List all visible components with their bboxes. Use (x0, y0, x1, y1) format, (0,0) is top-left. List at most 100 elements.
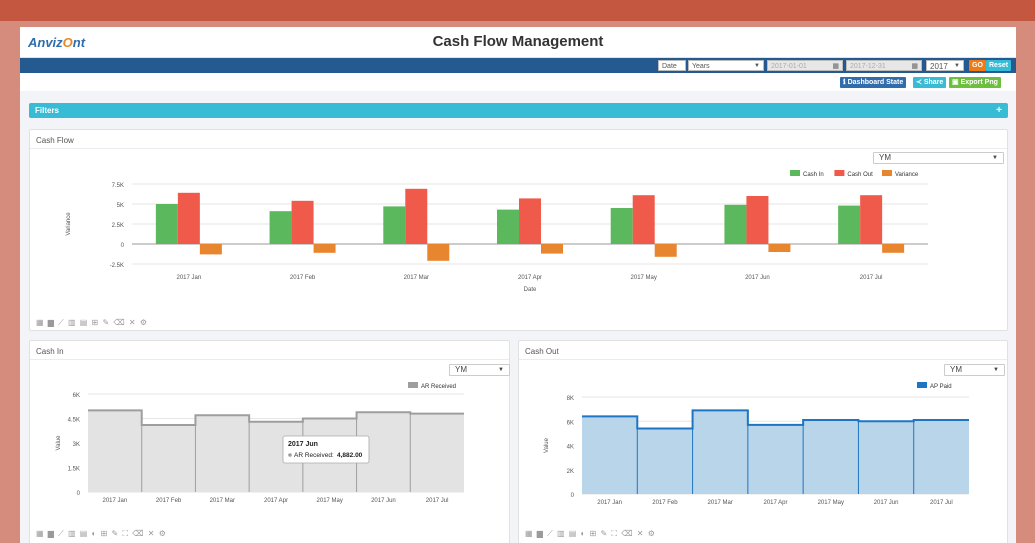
calendar-icon: ▦ (832, 63, 839, 70)
x-tick-label: 2017 Feb (652, 500, 678, 506)
go-button[interactable]: GO (969, 60, 986, 71)
x-tick-label: 2017 Jun (745, 275, 770, 281)
tooltip-label: AR Received: (294, 452, 334, 459)
period-dropdown[interactable]: YM ▼ (873, 152, 1004, 164)
browser-top-bar (0, 0, 1035, 21)
chart-legend: Cash In Cash Out Variance (790, 170, 919, 178)
share-button[interactable]: ≺ Share (913, 77, 947, 88)
period-dropdown[interactable]: YM ▼ (944, 364, 1005, 376)
x-tick-label: 2017 Feb (156, 498, 182, 504)
legend-label: AP Paid (930, 384, 952, 390)
chevron-down-icon: ▼ (992, 155, 998, 161)
bar-cash-in (155, 204, 178, 244)
date-filter-bar: Date ▾ Years ▼ 2017-01-01 ▦ 2017-12-31 ▦ 20… (20, 58, 1016, 81)
x-tick-label: 2017 May (631, 275, 657, 281)
x-axis-title: Date (524, 287, 537, 293)
legend-label: Cash In (803, 172, 824, 178)
period-dropdown[interactable]: YM ▼ (449, 364, 510, 376)
export-png-button[interactable]: ▣ Export Png (949, 77, 1001, 88)
year-select[interactable]: 2017 ▼ (926, 60, 964, 71)
period-select[interactable]: Years ▼ (688, 60, 764, 71)
area-fill (582, 410, 969, 494)
panel-title: Cash Flow (36, 136, 74, 145)
reset-button[interactable]: Reset (986, 60, 1012, 71)
start-date-input[interactable]: 2017-01-01 ▦ (767, 60, 843, 71)
x-tick-label: 2017 Jul (860, 275, 883, 281)
panel-divider (519, 359, 1007, 360)
panel-title: Cash In (36, 347, 64, 356)
y-tick-label: 4K (567, 445, 574, 451)
tooltip-marker (288, 453, 292, 457)
cash-out-panel: Cash Out YM ▼ 8K 6K 4K 2K 0 2017 Jan 2017 Feb 20… (518, 340, 1008, 543)
chevron-down-icon: ▼ (954, 63, 960, 69)
x-tick-label: 2017 May (317, 498, 343, 504)
x-tick-label: 2017 Jan (103, 498, 128, 504)
y-tick-label: 2.5K (112, 223, 124, 229)
chart-bars (155, 188, 905, 261)
bar-cash-out (519, 198, 541, 244)
legend-swatch (834, 170, 845, 176)
x-tick-label: 2017 May (818, 500, 844, 506)
bar-cash-out (860, 195, 883, 244)
period-select-value: Years (692, 63, 710, 70)
y-tick-label: 0 (571, 493, 575, 499)
legend-label: AR Received (421, 384, 456, 390)
dashboard-state-button[interactable]: ℹ Dashboard State (840, 77, 907, 88)
y-tick-label: 3K (73, 442, 80, 448)
bar-cash-in (838, 205, 861, 244)
dashboard-frame: AnvizOnt Cash Flow Management Date ▾ Yea… (20, 27, 1016, 543)
filters-bar[interactable]: Filters + (29, 103, 1008, 118)
year-select-value: 2017 (930, 62, 948, 71)
legend-swatch (408, 382, 418, 388)
date-type-select[interactable]: Date ▾ (658, 60, 686, 81)
chevron-down-icon: ▼ (498, 367, 504, 373)
share-label: Share (923, 79, 944, 86)
x-tick-label: 2017 Jun (874, 500, 899, 506)
period-dropdown-value: YM (950, 365, 962, 374)
bar-cash-in (610, 208, 633, 244)
bar-variance (313, 244, 336, 253)
y-tick-label: 7.5K (112, 183, 124, 189)
bar-variance (541, 244, 563, 254)
y-tick-label: 2K (567, 469, 574, 475)
y-axis-title: Variance (66, 212, 72, 236)
end-date-input[interactable]: 2017-12-31 ▦ (846, 60, 922, 71)
chart-toolbar[interactable]: ▦ ▆ ⟋ ▥ ▤ ◐ ⊞ ✎ ⛶ ⌫ ✕ ⚙ (525, 529, 656, 539)
bar-variance (427, 244, 450, 261)
x-tick-label: 2017 Jul (930, 500, 953, 506)
action-bar: ℹ Dashboard State ≺ Share ▣ Export Png (20, 73, 1016, 91)
bar-cash-out (177, 192, 200, 244)
tooltip-value: 4,882.00 (337, 452, 363, 459)
panel-title: Cash Out (525, 347, 559, 356)
legend-label: Cash Out (847, 172, 873, 178)
chevron-down-icon: ▼ (754, 63, 760, 69)
tooltip-title: 2017 Jun (288, 441, 318, 448)
add-filter-icon[interactable]: + (996, 103, 1002, 118)
x-tick-label: 2017 Jun (371, 498, 396, 504)
x-tick-label: 2017 Mar (210, 498, 235, 504)
x-tick-label: 2017 Jan (177, 275, 202, 281)
bar-variance (768, 244, 791, 252)
start-date-value: 2017-01-01 (771, 63, 807, 70)
bar-cash-out (405, 188, 428, 244)
x-tick-label: 2017 Mar (404, 275, 429, 281)
y-tick-label: 0 (77, 491, 81, 497)
panel-divider (30, 359, 509, 360)
chevron-down-icon: ▼ (993, 367, 999, 373)
x-tick-label: 2017 Apr (518, 275, 542, 281)
legend-swatch (917, 382, 927, 388)
chart-toolbar[interactable]: ▦ ▆ ⟋ ▥ ▤ ⊞ ✎ ⌫ ✕ ⚙ (36, 318, 148, 328)
legend-label: Variance (895, 172, 919, 178)
cash-flow-panel: Cash Flow YM ▼ 7.5K 5K 2.5K 0 -2.5K 2017 Jan 20… (29, 129, 1008, 331)
y-axis-title: Value (544, 437, 550, 453)
y-tick-label: 6K (567, 420, 574, 426)
chart-toolbar[interactable]: ▦ ▆ ⟋ ▥ ▤ ◐ ⊞ ✎ ⛶ ⌫ ✕ ⚙ (36, 529, 167, 539)
panel-divider (30, 148, 1007, 149)
x-tick-label: 2017 Feb (290, 275, 316, 281)
x-tick-label: 2017 Apr (763, 500, 787, 506)
image-icon: ▣ (952, 79, 961, 86)
calendar-icon: ▦ (911, 63, 918, 70)
x-tick-label: 2017 Jan (597, 500, 622, 506)
share-icon: ≺ (916, 79, 924, 86)
bar-variance (882, 244, 905, 253)
